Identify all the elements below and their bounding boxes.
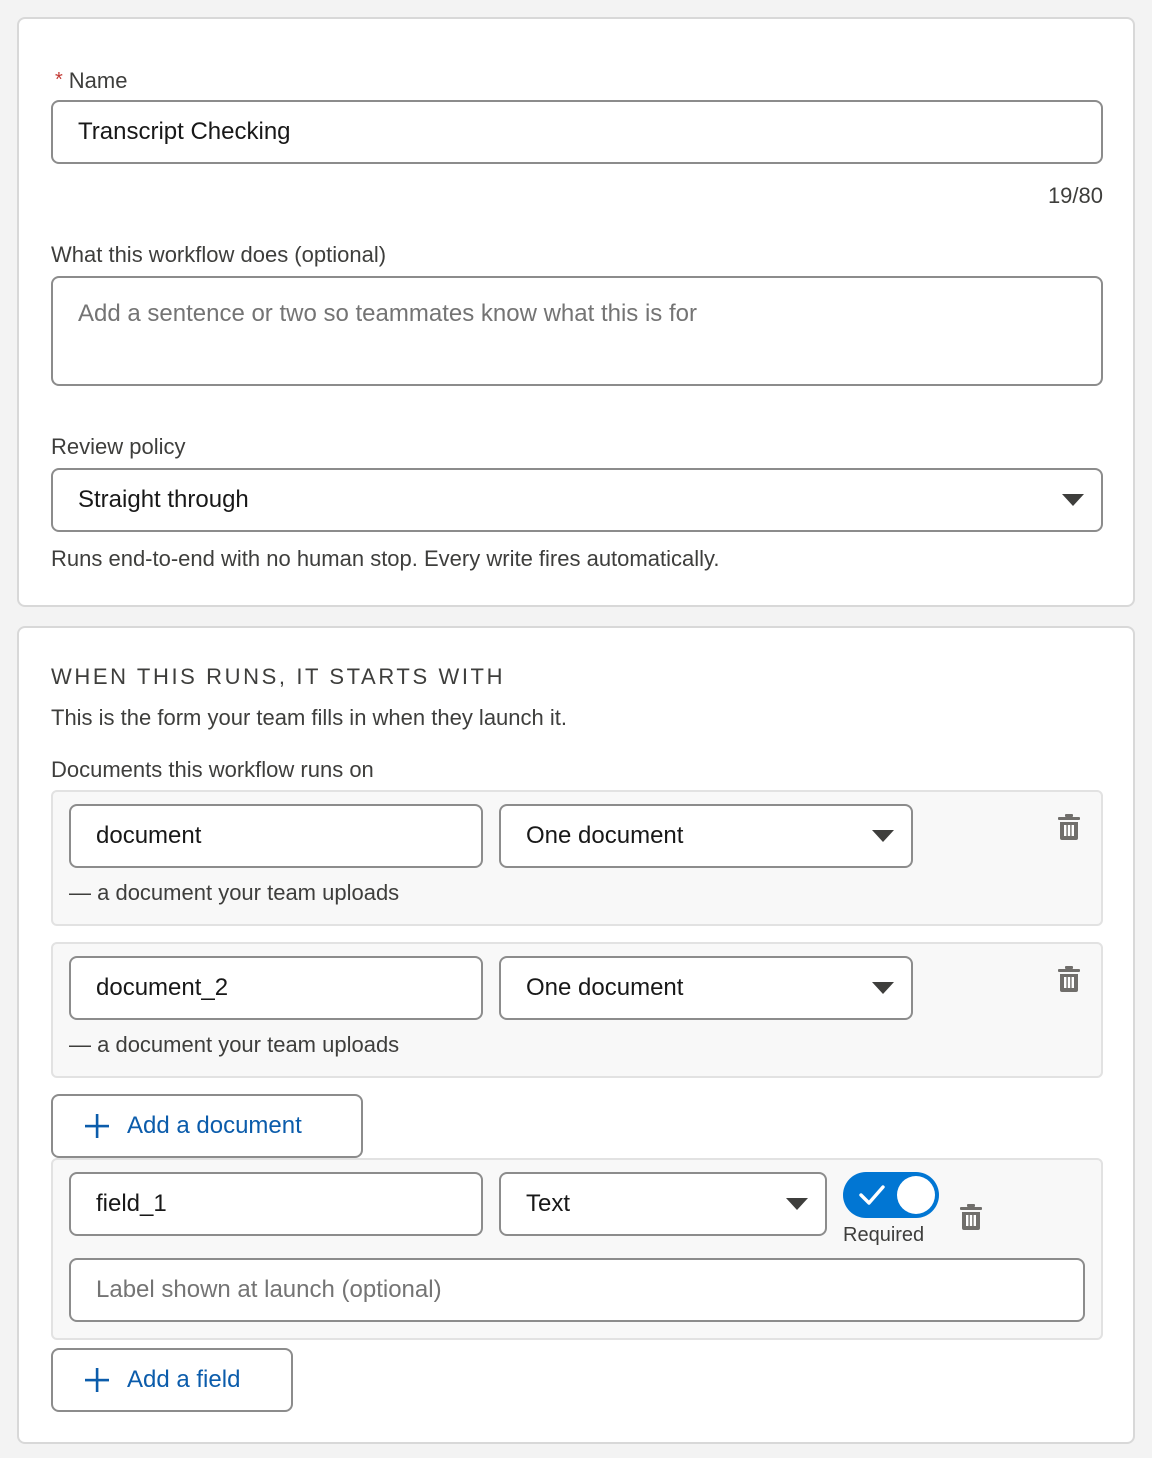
add-document-button[interactable]: Add a document bbox=[51, 1094, 363, 1158]
document-type-select[interactable]: One document bbox=[499, 956, 913, 1020]
document-row: document_2 One document — a document you… bbox=[51, 942, 1103, 1078]
description-placeholder: Add a sentence or two so teammates know … bbox=[78, 300, 697, 327]
required-marker: * bbox=[55, 69, 63, 91]
required-toggle[interactable] bbox=[843, 1172, 939, 1218]
document-hint: — a document your team uploads bbox=[69, 880, 400, 905]
workflow-details-card: * Name Transcript Checking 19/80 What thi… bbox=[17, 17, 1135, 607]
name-input[interactable]: Transcript Checking bbox=[51, 100, 1103, 164]
section-title: WHEN THIS RUNS, IT STARTS WITH bbox=[51, 664, 506, 689]
document-type-value: One document bbox=[526, 822, 684, 849]
plus-icon bbox=[85, 1114, 109, 1138]
name-input-value: Transcript Checking bbox=[78, 118, 291, 145]
plus-icon bbox=[85, 1368, 109, 1392]
field-row: field_1 Text Required Label shown at lau… bbox=[51, 1158, 1103, 1340]
document-type-value: One document bbox=[526, 974, 684, 1001]
field-label-placeholder: Label shown at launch (optional) bbox=[96, 1276, 442, 1303]
field-type-select[interactable]: Text bbox=[499, 1172, 827, 1236]
documents-label: Documents this workflow runs on bbox=[51, 757, 374, 782]
name-label: * Name bbox=[55, 68, 127, 95]
name-label-text: Name bbox=[68, 68, 128, 93]
description-textarea[interactable]: Add a sentence or two so teammates know … bbox=[51, 276, 1103, 386]
document-hint: — a document your team uploads bbox=[69, 1032, 400, 1057]
chevron-down-icon bbox=[1062, 494, 1084, 506]
trash-icon[interactable] bbox=[1058, 966, 1080, 992]
add-field-button[interactable]: Add a field bbox=[51, 1348, 293, 1412]
document-name-input[interactable]: document bbox=[69, 804, 483, 868]
trash-icon[interactable] bbox=[960, 1204, 982, 1230]
chevron-down-icon bbox=[872, 830, 894, 842]
field-name-value: field_1 bbox=[96, 1190, 167, 1217]
document-name-value: document_2 bbox=[96, 974, 229, 1001]
required-toggle-label: Required bbox=[843, 1224, 925, 1246]
name-character-counter: 19/80 bbox=[1047, 183, 1103, 208]
chevron-down-icon bbox=[872, 982, 894, 994]
review-policy-value: Straight through bbox=[78, 486, 249, 513]
description-label: What this workflow does (optional) bbox=[51, 242, 387, 267]
add-field-label: Add a field bbox=[127, 1366, 241, 1393]
review-policy-label: Review policy bbox=[51, 434, 186, 459]
add-document-label: Add a document bbox=[127, 1112, 302, 1139]
toggle-knob bbox=[897, 1176, 935, 1214]
chevron-down-icon bbox=[786, 1198, 808, 1210]
field-label-input[interactable]: Label shown at launch (optional) bbox=[69, 1258, 1085, 1322]
review-policy-hint: Runs end-to-end with no human stop. Ever… bbox=[51, 546, 720, 571]
document-row: document One document — a document your … bbox=[51, 790, 1103, 926]
start-inputs-card: WHEN THIS RUNS, IT STARTS WITH This is t… bbox=[17, 626, 1135, 1444]
review-policy-select[interactable]: Straight through bbox=[51, 468, 1103, 532]
field-type-value: Text bbox=[526, 1190, 571, 1217]
section-subtitle: This is the form your team fills in when… bbox=[51, 705, 567, 730]
check-icon bbox=[859, 1185, 885, 1205]
document-type-select[interactable]: One document bbox=[499, 804, 913, 868]
document-name-input[interactable]: document_2 bbox=[69, 956, 483, 1020]
document-name-value: document bbox=[96, 822, 202, 849]
field-name-input[interactable]: field_1 bbox=[69, 1172, 483, 1236]
trash-icon[interactable] bbox=[1058, 814, 1080, 840]
